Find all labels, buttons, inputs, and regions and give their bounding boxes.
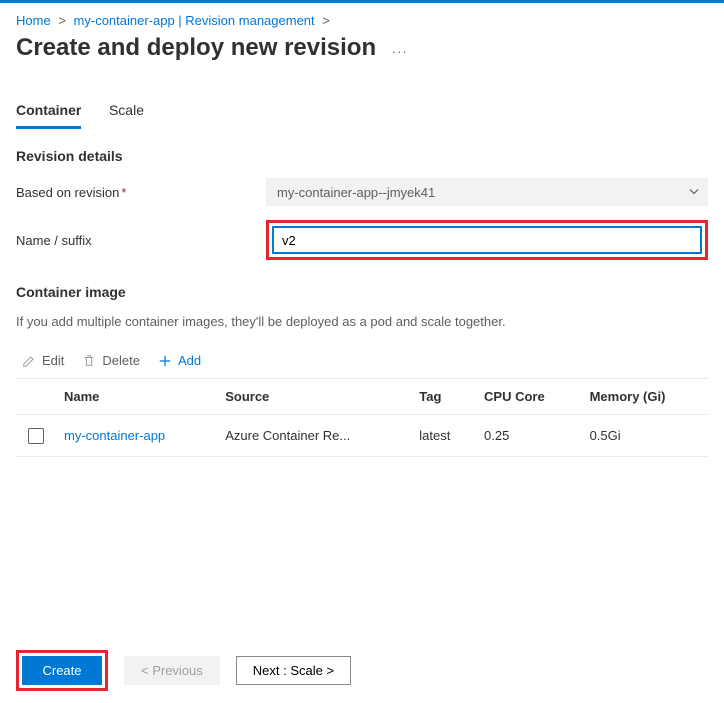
highlight-create: Create: [16, 650, 108, 691]
more-actions-button[interactable]: ···: [392, 44, 408, 59]
row-cpu: 0.25: [476, 415, 582, 457]
row-checkbox[interactable]: [28, 428, 44, 444]
table-header-cpu[interactable]: CPU Core: [476, 379, 582, 415]
row-name-link[interactable]: my-container-app: [64, 428, 165, 443]
previous-button: < Previous: [124, 656, 220, 685]
table-row: my-container-app Azure Container Re... l…: [16, 415, 708, 457]
tab-scale[interactable]: Scale: [109, 94, 144, 126]
breadcrumb-item[interactable]: my-container-app | Revision management: [74, 13, 315, 28]
table-header-tag[interactable]: Tag: [411, 379, 476, 415]
name-suffix-label: Name / suffix: [16, 233, 266, 248]
table-header-name[interactable]: Name: [56, 379, 217, 415]
table-header-source[interactable]: Source: [217, 379, 411, 415]
create-button[interactable]: Create: [22, 656, 102, 685]
container-image-helper: If you add multiple container images, th…: [16, 314, 708, 329]
required-indicator: *: [121, 185, 126, 200]
breadcrumb-separator: >: [58, 13, 66, 28]
tab-container[interactable]: Container: [16, 94, 81, 129]
row-source: Azure Container Re...: [217, 415, 411, 457]
tabs: Container Scale: [16, 94, 708, 130]
edit-button[interactable]: Edit: [22, 353, 64, 368]
container-table: Name Source Tag CPU Core Memory (Gi) my-…: [16, 378, 708, 457]
container-image-title: Container image: [16, 284, 708, 300]
based-on-revision-select[interactable]: my-container-app--jmyek41: [266, 178, 708, 206]
breadcrumb: Home > my-container-app | Revision manag…: [16, 13, 708, 28]
table-header-memory[interactable]: Memory (Gi): [582, 379, 708, 415]
chevron-down-icon: [689, 185, 699, 200]
based-on-revision-label: Based on revision*: [16, 185, 266, 200]
trash-icon: [82, 354, 96, 368]
based-on-revision-value: my-container-app--jmyek41: [277, 185, 435, 200]
add-button[interactable]: Add: [158, 353, 201, 368]
next-button[interactable]: Next : Scale >: [236, 656, 351, 685]
footer-actions: Create < Previous Next : Scale >: [0, 638, 724, 703]
table-header-checkbox: [16, 379, 56, 415]
row-memory: 0.5Gi: [582, 415, 708, 457]
breadcrumb-separator: >: [322, 13, 330, 28]
breadcrumb-home[interactable]: Home: [16, 13, 51, 28]
row-tag: latest: [411, 415, 476, 457]
plus-icon: [158, 354, 172, 368]
revision-details-title: Revision details: [16, 148, 708, 164]
delete-button[interactable]: Delete: [82, 353, 140, 368]
page-title: Create and deploy new revision: [16, 34, 376, 62]
pencil-icon: [22, 354, 36, 368]
highlight-name-suffix: [266, 220, 708, 260]
name-suffix-input[interactable]: [272, 226, 702, 254]
image-toolbar: Edit Delete Add: [16, 343, 708, 378]
